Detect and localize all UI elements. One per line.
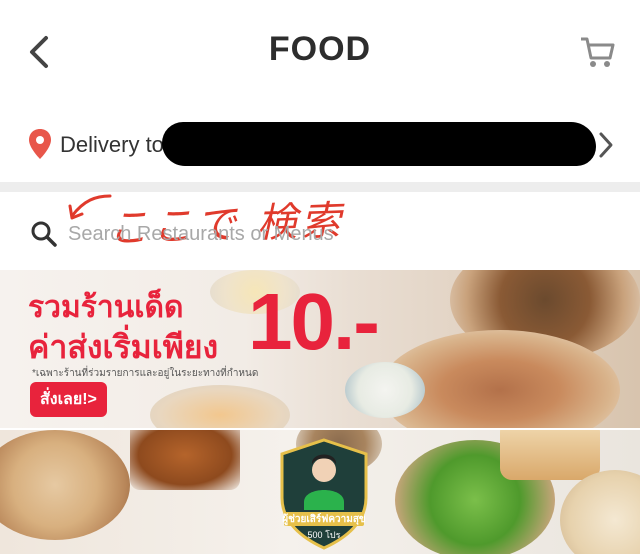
redacted-address [162,122,596,166]
pizza-image [0,430,130,540]
search-input[interactable] [66,218,590,250]
chevron-right-icon [599,132,613,158]
toast-image [560,470,640,554]
fried-chicken-image [130,430,240,490]
promo-note: *เฉพาะร้านที่ร่วมรายการและอยู่ในระยะทางท… [32,368,259,379]
delivery-label: Delivery to [60,132,164,157]
cart-icon [581,37,615,67]
delivery-address-row[interactable]: Delivery to [0,108,640,180]
page-title: FOOD [268,30,372,68]
dip-bowl-image [345,362,425,418]
location-pin-icon [29,129,51,159]
dish-image [150,385,290,428]
search-icon [31,221,57,247]
bread-image [500,430,600,480]
promo-price: 10.- [248,277,380,366]
search-bar[interactable]: ここで 検索 [0,192,640,270]
service-badge: ผู้ช่วยเสิร์ฟความสุข 500 โปร [276,438,372,552]
badge-subtitle: 500 โปร [307,530,341,540]
badge-title: ผู้ช่วยเสิร์ฟความสุข [282,514,366,525]
promo-banner[interactable]: รวมร้านเด็ด ค่าส่งเริ่มเพียง 10.- *เฉพาะ… [0,270,640,428]
top-bar: FOOD [0,0,640,108]
order-now-button[interactable]: สั่งเลย!> [30,382,107,417]
food-banner[interactable]: ผู้ช่วยเสิร์ฟความสุข 500 โปร [0,430,640,554]
cart-button[interactable] [578,34,618,70]
